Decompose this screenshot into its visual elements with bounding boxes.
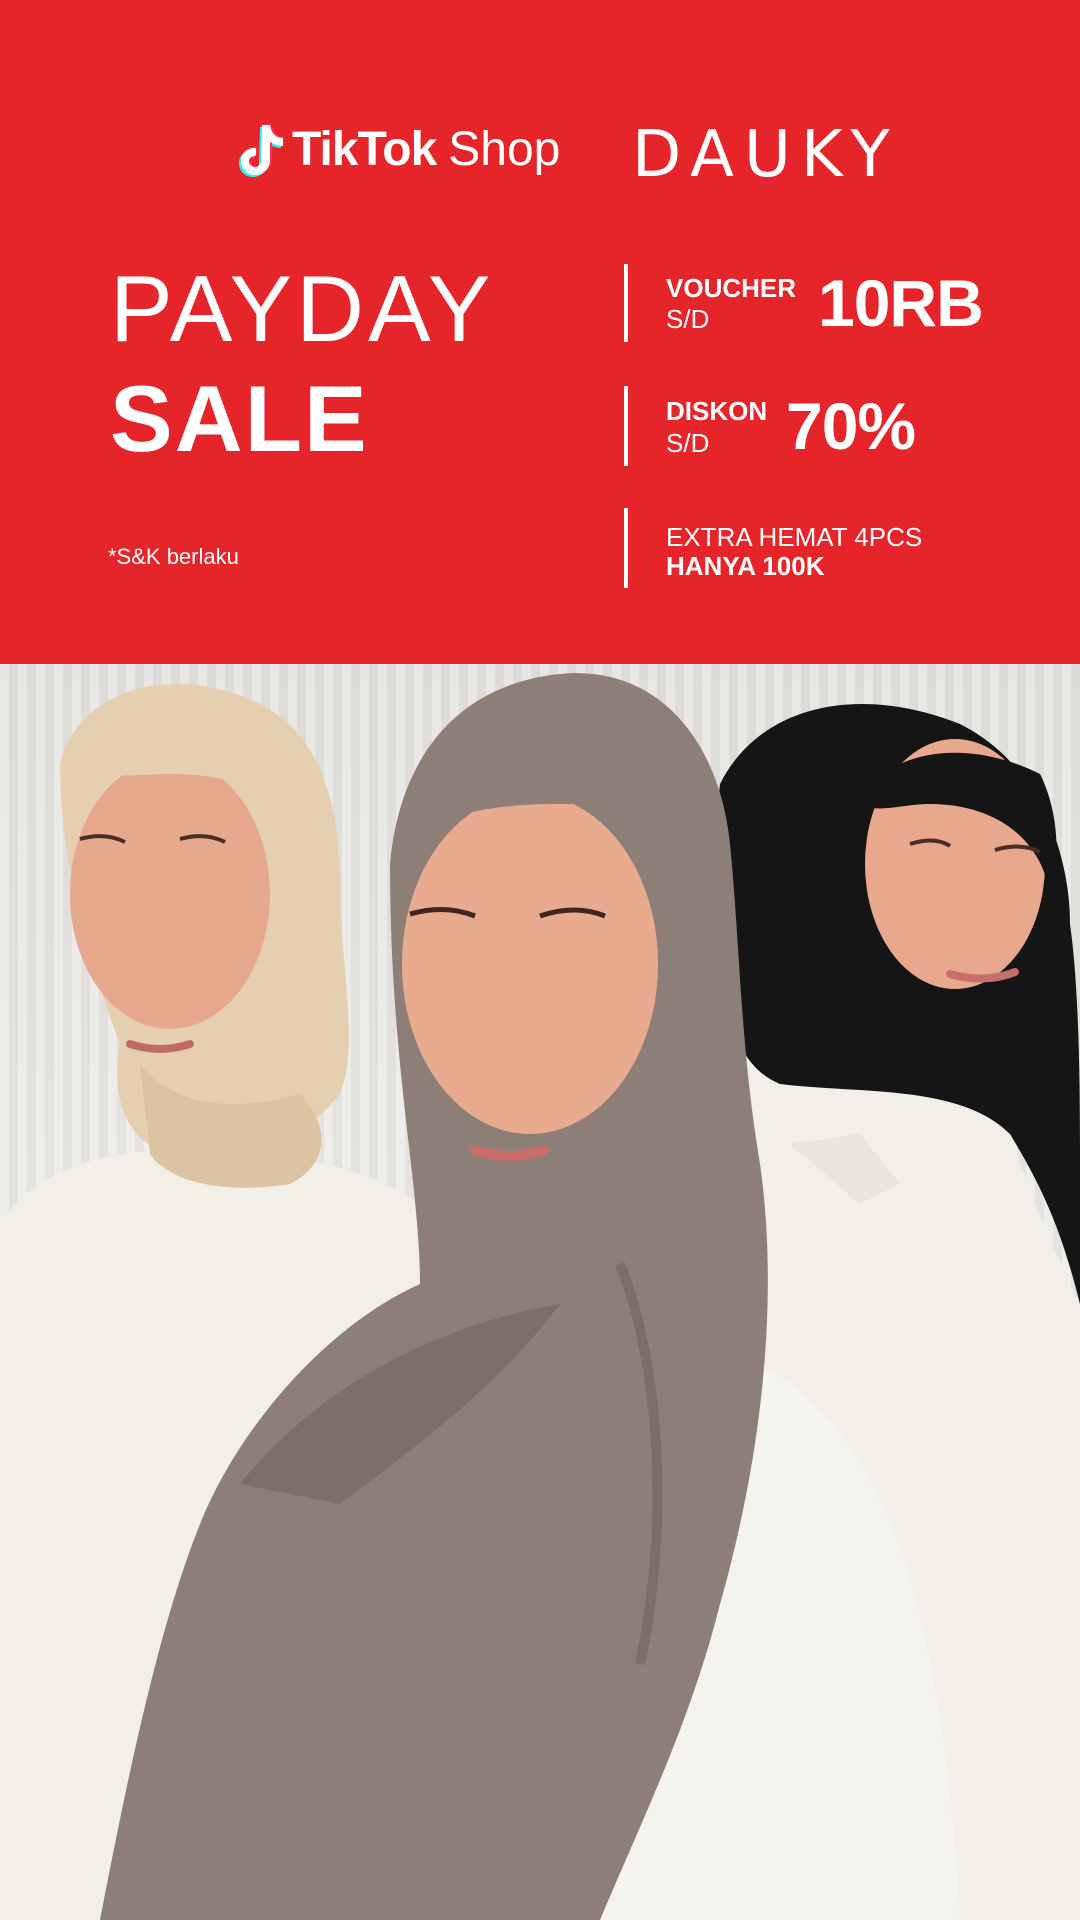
voucher-value: 10RB (818, 266, 984, 340)
discount-sub: S/D (666, 428, 710, 458)
brand-logos: TikTok Shop DAUKY (0, 108, 1080, 192)
three-models-illustration (0, 673, 1080, 1920)
models-photo (0, 664, 1080, 1920)
voucher-label: VOUCHER (666, 273, 797, 303)
terms-note: *S&K berlaku (108, 544, 239, 569)
extra-offer-line1: EXTRA HEMAT 4PCS (666, 522, 923, 552)
promo-banner: TikTok Shop DAUKY PAYDAY SALE *S&K berla… (0, 0, 1080, 664)
discount-label: DISKON (666, 396, 768, 426)
extra-offer-line2: HANYA 100K (666, 551, 825, 581)
tiktok-note-icon (239, 124, 284, 177)
offer-divider (624, 386, 628, 466)
headline-payday: PAYDAY (110, 256, 495, 361)
headline-sale: SALE (110, 366, 369, 471)
tiktok-shop-logo: TikTok Shop (236, 114, 560, 184)
tiktok-wordmark: TikTok (292, 122, 437, 176)
offer-divider (624, 264, 628, 342)
offer-divider (624, 508, 628, 588)
voucher-sub: S/D (666, 304, 710, 334)
dauky-logo: DAUKY (632, 118, 900, 192)
discount-value: 70% (786, 389, 916, 463)
shop-wordmark: Shop (448, 122, 561, 176)
